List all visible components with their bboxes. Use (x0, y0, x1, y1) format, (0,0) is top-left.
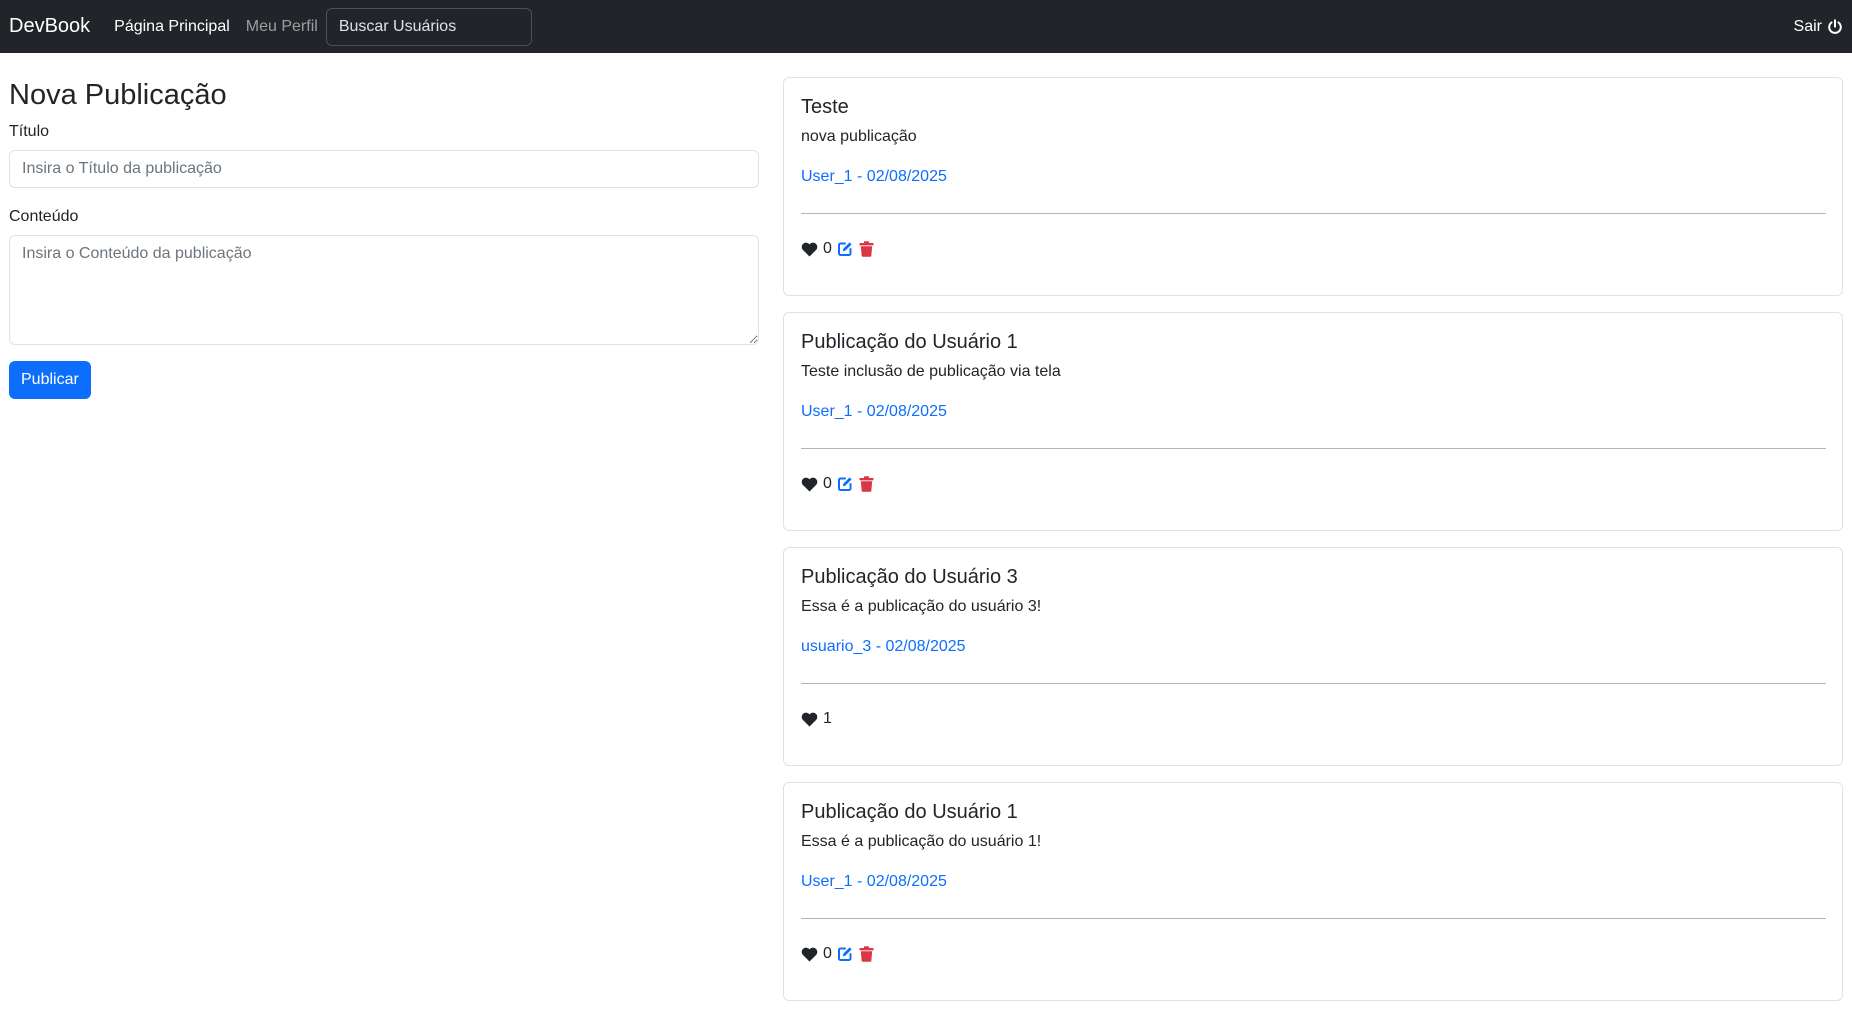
publication-card: Teste nova publicação User_1 - 02/08/202… (783, 77, 1843, 296)
heart-icon[interactable] (801, 947, 818, 962)
content-label: Conteúdo (9, 208, 79, 225)
new-publication-form: Nova Publicação Título Conteúdo Publicar (9, 78, 759, 399)
publication-actions: 0 (801, 944, 1826, 964)
like-count: 0 (823, 240, 832, 257)
card-divider (801, 918, 1826, 919)
publication-card: Publicação do Usuário 1 Essa é a publica… (783, 782, 1843, 1001)
edit-icon[interactable] (837, 476, 853, 492)
publications-feed: Teste nova publicação User_1 - 02/08/202… (783, 77, 1844, 1017)
edit-icon[interactable] (837, 946, 853, 962)
publication-title: Publicação do Usuário 1 (801, 331, 1018, 353)
like-count: 0 (823, 475, 832, 492)
heart-icon[interactable] (801, 242, 818, 257)
publication-author-date[interactable]: User_1 - 02/08/2025 (801, 872, 1826, 892)
publication-author-date[interactable]: usuario_3 - 02/08/2025 (801, 637, 1826, 657)
publication-title: Teste (801, 96, 849, 118)
form-heading: Nova Publicação (9, 79, 227, 111)
nav-link-profile[interactable]: Meu Perfil (246, 18, 318, 36)
trash-icon[interactable] (859, 946, 874, 962)
like-count: 1 (823, 710, 832, 727)
heart-icon[interactable] (801, 477, 818, 492)
publication-author-date[interactable]: User_1 - 02/08/2025 (801, 167, 1826, 187)
publication-title: Publicação do Usuário 3 (801, 566, 1018, 588)
trash-icon[interactable] (859, 241, 874, 257)
brand-logo[interactable]: DevBook (9, 15, 90, 38)
publication-author-date[interactable]: User_1 - 02/08/2025 (801, 402, 1826, 422)
trash-icon[interactable] (859, 476, 874, 492)
publication-actions: 1 (801, 709, 1826, 729)
logout-label: Sair (1793, 17, 1822, 35)
publication-title: Publicação do Usuário 1 (801, 801, 1018, 823)
card-divider (801, 213, 1826, 214)
publication-content: Essa é a publicação do usuário 1! (801, 833, 1042, 850)
navbar: DevBook Página Principal Meu Perfil Sair (0, 0, 1852, 53)
publication-actions: 0 (801, 239, 1826, 259)
edit-icon[interactable] (837, 241, 853, 257)
publication-actions: 0 (801, 474, 1826, 494)
title-input[interactable] (9, 150, 759, 188)
card-divider (801, 683, 1826, 684)
nav-link-home[interactable]: Página Principal (114, 18, 230, 36)
like-count: 0 (823, 945, 832, 962)
heart-icon[interactable] (801, 712, 818, 727)
publication-content: nova publicação (801, 128, 917, 145)
card-divider (801, 448, 1826, 449)
title-label: Título (9, 123, 50, 140)
publication-card: Publicação do Usuário 1 Teste inclusão d… (783, 312, 1843, 531)
search-users-input[interactable] (325, 7, 532, 46)
publication-content: Teste inclusão de publicação via tela (801, 363, 1061, 380)
content-textarea[interactable] (9, 235, 759, 345)
publication-content: Essa é a publicação do usuário 3! (801, 598, 1042, 615)
publish-button[interactable]: Publicar (9, 361, 91, 399)
logout-button[interactable]: Sair (1794, 18, 1843, 36)
power-icon (1828, 18, 1842, 34)
publication-card: Publicação do Usuário 3 Essa é a publica… (783, 547, 1843, 766)
